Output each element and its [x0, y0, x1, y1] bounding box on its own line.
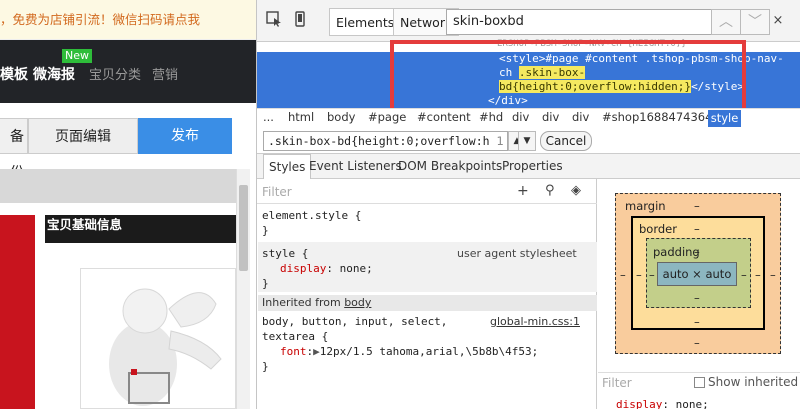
device-mode-icon[interactable] — [290, 11, 310, 31]
border-left-value: – — [636, 268, 642, 282]
border-bottom-value: – — [694, 315, 700, 329]
global-rule-selector-2[interactable]: textarea { — [262, 329, 328, 344]
promo-text[interactable]: ，免费为店铺引流！微信扫码请点我 — [0, 12, 200, 27]
crumb-body[interactable]: body — [327, 110, 355, 124]
expand-triangle-icon[interactable]: ▶ — [313, 345, 320, 358]
chevron-down-icon: ﹀ — [748, 14, 762, 30]
promo-banner[interactable]: ，免费为店铺引流！微信扫码请点我 — [0, 0, 256, 40]
ua-rule-close: } — [262, 277, 269, 290]
ua-prop-name[interactable]: display — [280, 262, 326, 275]
styles-filter-input[interactable]: Filter — [262, 185, 292, 199]
search-next-button[interactable]: ﹀ — [740, 9, 770, 35]
padding-right-value: – — [741, 268, 747, 282]
tab-properties[interactable]: Properties — [497, 154, 568, 179]
margin-top-value: – — [694, 199, 700, 213]
ua-prop-value[interactable]: none; — [340, 262, 373, 275]
padding-left-value: – — [649, 268, 655, 282]
search-prev-button[interactable]: ︿ — [711, 9, 741, 35]
show-inherited-checkbox[interactable] — [694, 377, 705, 388]
find-cancel-button[interactable]: Cancel — [540, 131, 592, 151]
find-match-count: 1 of 1 — [496, 134, 508, 148]
padding-label: padding — [653, 245, 700, 259]
computed-prop-value[interactable]: none; — [676, 398, 709, 409]
crumb-shop[interactable]: #shop1688474364 — [602, 110, 712, 124]
crumb-html[interactable]: html — [288, 110, 314, 124]
crumb-hd[interactable]: #hd — [479, 110, 503, 124]
crumb-page[interactable]: #page — [368, 110, 406, 124]
pin-icon[interactable]: ⚲ — [545, 183, 555, 198]
crumb-div-3[interactable]: div — [572, 110, 589, 124]
global-rule-source[interactable]: global-min.css:1 — [490, 314, 580, 329]
nav-item-category[interactable]: 宝贝分类 — [89, 64, 141, 83]
margin-left-value: – — [620, 268, 626, 282]
triangle-down-icon: ▼ — [523, 136, 531, 146]
global-rule-selector-1[interactable]: body, button, input, select, — [262, 314, 447, 329]
computed-filter-input[interactable]: Filter — [602, 376, 632, 390]
border-label: border — [639, 222, 677, 236]
padding-bottom-value: – — [694, 291, 700, 305]
product-image[interactable] — [80, 268, 236, 409]
margin-bottom-value: – — [694, 336, 700, 350]
shop-editor-page: ，免费为店铺引流！微信扫码请点我 模板 微海报 New 宝贝分类 营销 备份 页… — [0, 0, 256, 409]
margin-right-value: – — [770, 268, 776, 282]
publish-button[interactable]: 发布 — [138, 118, 232, 154]
tab-dom-breakpoints[interactable]: DOM Breakpoints — [393, 154, 507, 179]
tab-elements[interactable]: Elements — [329, 8, 402, 36]
element-style-selector[interactable]: element.style { — [262, 208, 361, 223]
find-next-button[interactable]: ▼ — [518, 131, 536, 151]
ua-rule-source: user agent stylesheet — [457, 247, 577, 260]
dom-search-input[interactable]: skin-boxbd — [446, 9, 712, 35]
border-right-value: – — [755, 268, 761, 282]
inherited-body-link[interactable]: body — [344, 296, 371, 309]
global-rule-close: } — [262, 360, 269, 373]
page-edit-button[interactable]: 页面编辑 — [28, 118, 138, 154]
search-close-button[interactable]: × — [770, 11, 786, 31]
crumb-div-1[interactable]: div — [512, 110, 529, 124]
border-top-value: – — [694, 222, 700, 236]
nav-item-template[interactable]: 模板 — [0, 64, 28, 84]
new-badge: New — [62, 49, 92, 63]
nav-item-marketing[interactable]: 营销 — [152, 64, 178, 83]
backup-button[interactable]: 备份 — [0, 118, 28, 181]
padding-top-value: – — [694, 245, 700, 259]
find-input[interactable]: .skin-box-bd{height:0;overflow:h 1 of 1 — [263, 131, 508, 151]
margin-label: margin — [625, 199, 666, 213]
section-header — [0, 169, 240, 203]
ua-rule-selector[interactable]: style { — [262, 246, 308, 261]
font-prop-name[interactable]: font — [280, 345, 307, 358]
crumb-content[interactable]: #content — [417, 110, 471, 124]
product-info-title: 宝贝基础信息 — [45, 215, 236, 243]
shop-banner-red — [0, 215, 35, 409]
element-style-close: } — [262, 224, 269, 237]
nav-item-micro-poster[interactable]: 微海报 — [33, 64, 75, 84]
inspect-element-icon[interactable] — [264, 11, 284, 31]
figure-with-cart-icon — [109, 288, 222, 406]
inherited-label: Inherited from — [262, 296, 341, 309]
page-scrollbar-thumb[interactable] — [239, 185, 248, 271]
crumb-ellipsis[interactable]: ... — [263, 110, 274, 124]
tab-event-listeners[interactable]: Event Listeners — [304, 154, 407, 179]
close-icon: × — [772, 13, 784, 28]
show-inherited-label[interactable]: Show inherited — [708, 375, 798, 389]
font-prop-value[interactable]: 12px/1.5 tahoma,arial,\5b8b\4f53; — [320, 345, 539, 358]
computed-prop-name[interactable]: display — [616, 398, 662, 409]
find-input-value: .skin-box-bd{height:0;overflow:h — [268, 134, 490, 148]
chevron-up-icon: ︿ — [719, 14, 733, 30]
inherited-header: Inherited from body — [258, 295, 597, 311]
box-model-content[interactable]: auto × auto — [657, 262, 737, 286]
crumb-style-selected[interactable]: style — [708, 110, 741, 127]
toggle-element-state-icon[interactable]: ◈ — [571, 183, 581, 198]
new-style-rule-icon[interactable]: + — [517, 183, 529, 199]
crumb-div-2[interactable]: div — [542, 110, 559, 124]
